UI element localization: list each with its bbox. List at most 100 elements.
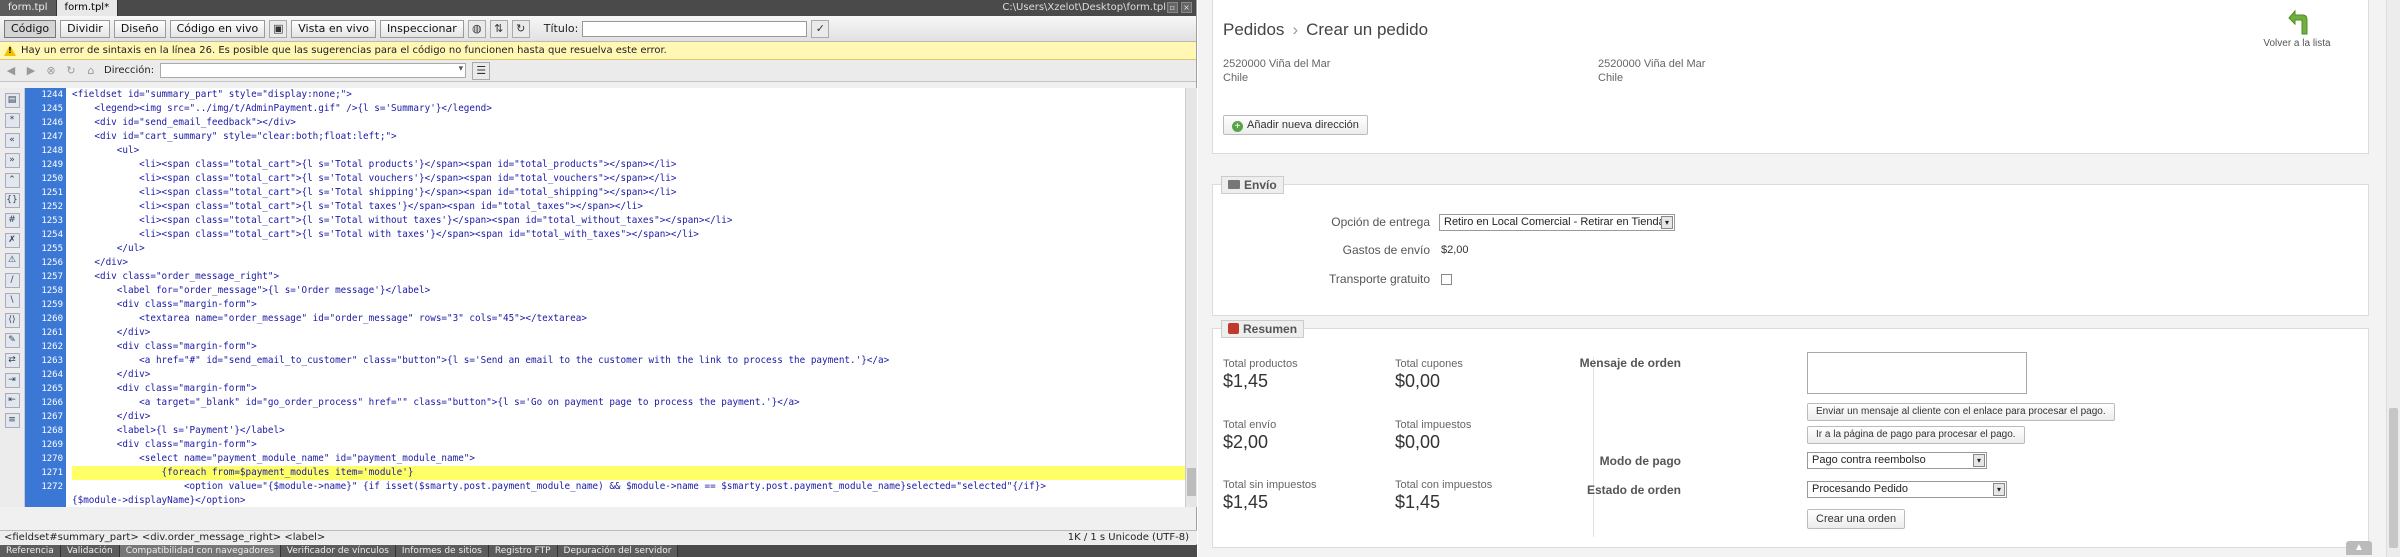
- breadcrumb-section[interactable]: Pedidos: [1223, 20, 1284, 39]
- code-line[interactable]: <li><span class="total_cart">{l s='Total…: [72, 158, 1185, 172]
- syntax-error-icon[interactable]: ⚠: [4, 253, 20, 268]
- delivery-option-value: Retiro en Local Comercial - Retirar en T…: [1444, 216, 1665, 228]
- panel-tab[interactable]: Registro FTP: [488, 545, 558, 557]
- close-icon[interactable]: ×: [1181, 2, 1192, 13]
- refresh-icon[interactable]: ↻: [511, 19, 530, 38]
- code-view-button[interactable]: Código: [4, 19, 57, 38]
- tag-path[interactable]: <fieldset#summary_part> <div.order_messa…: [4, 532, 325, 543]
- inspect-button[interactable]: Inspeccionar: [379, 19, 464, 38]
- code-line[interactable]: {foreach from=$payment_modules item='mod…: [72, 466, 1185, 480]
- highlight-invalid-icon[interactable]: ✗: [4, 233, 20, 248]
- code-line[interactable]: <ul>: [72, 144, 1185, 158]
- coding-toolbar: ▤ * « » ⌃ {} # ✗ ⚠ / \ ⟨⟩ ✎ ⇄ ⇥ ⇤ ≡: [0, 88, 25, 507]
- line-numbers-icon[interactable]: #: [4, 213, 20, 228]
- panel-tab[interactable]: Informes de sitios: [395, 545, 489, 557]
- file-management-icon[interactable]: ⇅: [489, 19, 508, 38]
- select-parent-tag-icon[interactable]: ⌃: [4, 173, 20, 188]
- live-code-button[interactable]: Código en vivo: [169, 19, 266, 38]
- format-source-icon[interactable]: ≡: [4, 413, 20, 428]
- panel-tab[interactable]: Validación: [60, 545, 120, 557]
- outdent-icon[interactable]: ⇤: [4, 393, 20, 408]
- scroll-top-icon[interactable]: ▲: [2346, 541, 2372, 555]
- design-view-button[interactable]: Diseño: [113, 19, 166, 38]
- check-page-icon[interactable]: ✓: [811, 19, 830, 38]
- code-line[interactable]: <a target="_blank" id="go_order_process"…: [72, 396, 1185, 410]
- back-arrow-icon[interactable]: ◀: [4, 64, 18, 78]
- restore-icon[interactable]: ▫: [1167, 2, 1178, 13]
- balance-braces-icon[interactable]: {}: [4, 193, 20, 208]
- total-taxes-value: $0,00: [1395, 432, 1441, 452]
- globe-icon[interactable]: ◍: [467, 19, 486, 38]
- page-vertical-scrollbar[interactable]: [2386, 0, 2400, 557]
- code-line[interactable]: <div class="margin-form">: [72, 298, 1185, 312]
- add-address-button[interactable]: + Añadir nueva dirección: [1223, 115, 1368, 135]
- panel-tab[interactable]: Depuración del servidor: [557, 545, 679, 557]
- code-line[interactable]: <label>{l s='Payment'}</label>: [72, 424, 1185, 438]
- code-line[interactable]: <label for="order_message">{l s='Order m…: [72, 284, 1185, 298]
- stop-icon[interactable]: ⊗: [44, 64, 58, 78]
- panel-tab[interactable]: Compatibilidad con navegadores: [119, 545, 281, 557]
- collapse-tag-icon[interactable]: *: [4, 113, 20, 128]
- code-line[interactable]: <li><span class="total_cart">{l s='Total…: [72, 214, 1185, 228]
- code-vertical-scrollbar[interactable]: [1185, 88, 1197, 507]
- collapse-selection-icon[interactable]: «: [4, 133, 20, 148]
- panel-tab[interactable]: Referencia: [0, 545, 61, 557]
- code-line[interactable]: <li><span class="total_cart">{l s='Total…: [72, 200, 1185, 214]
- recent-snippets-icon[interactable]: ✎: [4, 333, 20, 348]
- tab-form-tpl[interactable]: form.tpl: [0, 0, 57, 16]
- code-line[interactable]: <div id="cart_summary" style="clear:both…: [72, 130, 1185, 144]
- code-line[interactable]: <div id="send_email_feedback"></div>: [72, 116, 1185, 130]
- code-line[interactable]: </div>: [72, 368, 1185, 382]
- code-line[interactable]: <a href="#" id="send_email_to_customer" …: [72, 354, 1185, 368]
- code-line[interactable]: <div class="order_message_right">: [72, 270, 1185, 284]
- move-css-icon[interactable]: ⇄: [4, 353, 20, 368]
- send-email-button[interactable]: Enviar un mensaje al cliente con el enla…: [1807, 403, 2115, 421]
- create-order-button[interactable]: Crear una orden: [1807, 509, 1906, 529]
- multiscreen-icon[interactable]: ▣: [269, 19, 288, 38]
- panel-tab[interactable]: Verificador de vínculos: [280, 545, 396, 557]
- split-view-button[interactable]: Dividir: [60, 19, 110, 38]
- order-status-value: Procesando Pedido: [1812, 483, 1909, 495]
- order-status-select[interactable]: Procesando Pedido ▾: [1807, 481, 2007, 498]
- delivery-option-select[interactable]: Retiro en Local Comercial - Retirar en T…: [1439, 214, 1675, 231]
- code-line[interactable]: <fieldset id="summary_part" style="displ…: [72, 88, 1185, 102]
- code-line[interactable]: <div class="margin-form">: [72, 438, 1185, 452]
- order-message-label: Mensaje de orden: [1579, 356, 1681, 370]
- code-line[interactable]: <select name="payment_module_name" id="p…: [72, 452, 1185, 466]
- forward-arrow-icon[interactable]: ▶: [24, 64, 38, 78]
- tab-form-tpl-modified[interactable]: form.tpl*: [56, 0, 119, 16]
- home-icon[interactable]: ⌂: [84, 64, 98, 78]
- go-payment-button[interactable]: Ir a la página de pago para procesar el …: [1807, 426, 2025, 444]
- code-line[interactable]: <div class="margin-form">: [72, 340, 1185, 354]
- free-shipping-checkbox[interactable]: [1441, 274, 1452, 285]
- code-line[interactable]: </div>: [72, 410, 1185, 424]
- code-line[interactable]: <li><span class="total_cart">{l s='Total…: [72, 186, 1185, 200]
- code-line[interactable]: </ul>: [72, 242, 1185, 256]
- code-line[interactable]: </div>: [72, 326, 1185, 340]
- code-line[interactable]: <li><span class="total_cart">{l s='Total…: [72, 172, 1185, 186]
- code-text[interactable]: <fieldset id="summary_part" style="displ…: [66, 88, 1185, 507]
- remove-comment-icon[interactable]: \: [4, 293, 20, 308]
- open-documents-icon[interactable]: ▤: [4, 93, 20, 108]
- code-line[interactable]: <li><span class="total_cart">{l s='Total…: [72, 228, 1185, 242]
- options-icon[interactable]: ☰: [472, 61, 491, 80]
- expand-all-icon[interactable]: »: [4, 153, 20, 168]
- apply-comment-icon[interactable]: /: [4, 273, 20, 288]
- order-message-textarea[interactable]: [1807, 352, 2027, 394]
- page-title: Crear un pedido: [1306, 20, 1429, 39]
- code-line[interactable]: </div>: [72, 256, 1185, 270]
- wrap-tag-icon[interactable]: ⟨⟩: [4, 313, 20, 328]
- address-input[interactable]: [160, 63, 467, 78]
- code-line[interactable]: <option value="{$module->name}" {if isse…: [72, 480, 1185, 494]
- live-view-button[interactable]: Vista en vivo: [291, 19, 376, 38]
- refresh-icon[interactable]: ↻: [64, 64, 78, 78]
- back-to-list-button[interactable]: Volver a la lista: [2262, 8, 2332, 49]
- code-line[interactable]: <textarea name="order_message" id="order…: [72, 312, 1185, 326]
- code-line[interactable]: <legend><img src="../img/t/AdminPayment.…: [72, 102, 1185, 116]
- code-line[interactable]: {$module->displayName}</option>: [72, 494, 1185, 507]
- payment-mode-select[interactable]: Pago contra reembolso ▾: [1807, 452, 1987, 469]
- indent-icon[interactable]: ⇥: [4, 373, 20, 388]
- code-line[interactable]: <div class="margin-form">: [72, 382, 1185, 396]
- title-input[interactable]: [582, 20, 808, 37]
- line-number: 1249: [41, 160, 63, 170]
